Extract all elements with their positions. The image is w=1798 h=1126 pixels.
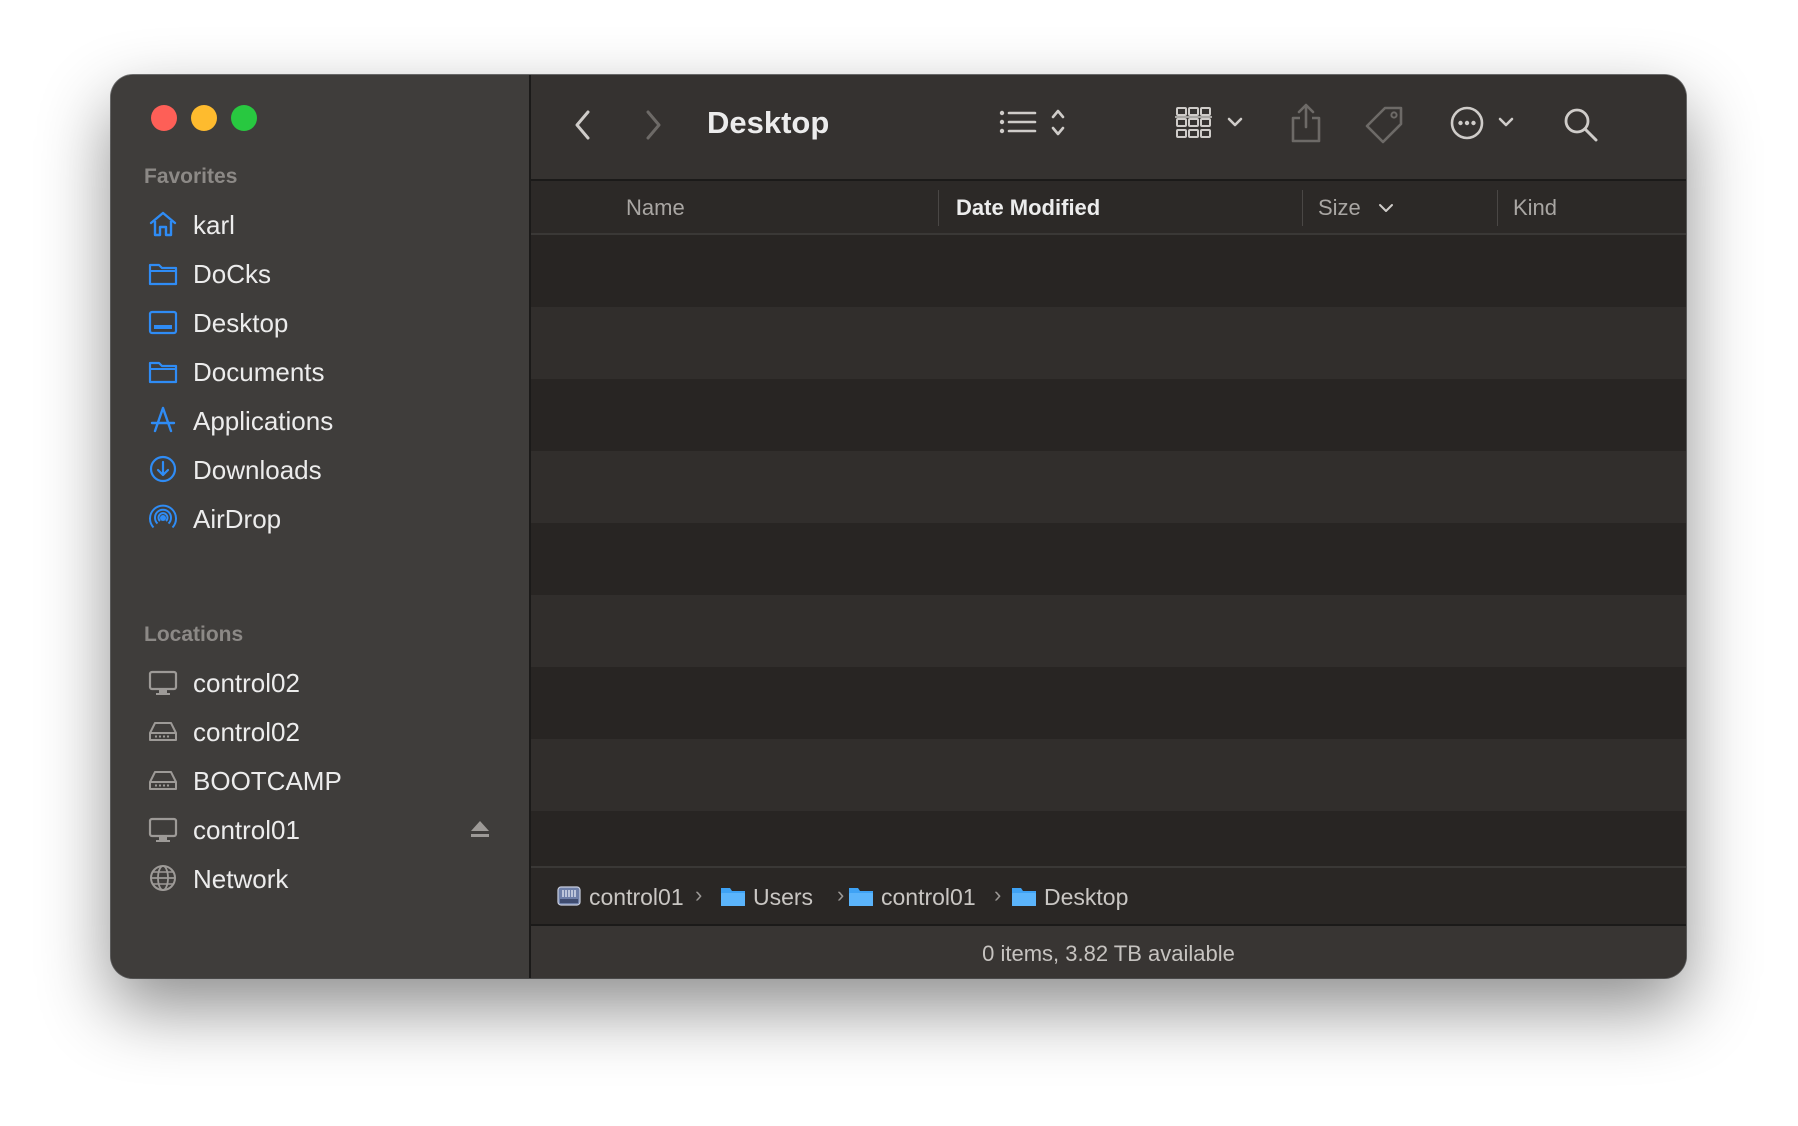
file-list[interactable] [531,235,1686,940]
sidebar-item-label: karl [193,210,235,240]
list-row [531,307,1686,379]
share-icon[interactable] [1289,101,1323,145]
column-header-date-modified[interactable]: Date Modified [956,195,1100,221]
home-icon [149,211,177,237]
locations-section-title: Locations [144,623,244,646]
sidebar-item-label: DoCks [193,259,272,289]
search-icon[interactable] [1562,106,1600,144]
path-separator-icon: › [695,882,703,907]
window-title: Desktop [707,105,830,140]
folder-icon [148,361,178,384]
tag-icon[interactable] [1363,104,1407,148]
airdrop-icon [149,504,177,529]
folder-icon [721,888,745,906]
sidebar-item-label: BOOTCAMP [193,766,342,796]
applications-icon [150,406,176,433]
path-bar: control01 › Users › control01 › Desktop [531,866,1686,924]
folder-icon [148,263,178,286]
folder-icon [849,888,873,906]
sidebar-item-desktop[interactable]: Desktop [147,299,505,343]
path-item-label: control01 [881,884,976,910]
computer-icon [148,670,178,695]
main-pane: Desktop Name Date Modified Size Kind con… [531,75,1686,978]
favorites-section-title: Favorites [144,165,238,188]
column-header-size[interactable]: Size [1318,195,1361,221]
drive-icon [149,771,177,790]
column-divider[interactable] [938,190,939,226]
list-row [531,667,1686,739]
path-item-label: Users [753,884,814,910]
hard-disk-icon [557,886,581,906]
folder-icon [1012,888,1036,906]
download-icon [149,455,177,483]
sidebar-item-control02-drive[interactable]: control02 [147,708,505,752]
column-divider[interactable] [1302,190,1303,226]
finder-window: Favorites karl DoCks Desktop Documents A… [111,75,1686,978]
sidebar-item-label: Downloads [193,455,322,485]
path-separator-icon: › [837,882,845,907]
list-view-icon[interactable] [997,106,1073,144]
drive-icon [149,722,177,741]
back-button[interactable] [571,108,595,142]
sidebar-item-bootcamp[interactable]: BOOTCAMP [147,757,505,801]
sidebar-item-control02-computer[interactable]: control02 [147,659,505,703]
list-row [531,523,1686,595]
sidebar-item-karl[interactable]: karl [147,201,505,245]
list-row [531,451,1686,523]
list-row [531,739,1686,811]
desktop-folder-icon [148,310,178,335]
path-item-label: Desktop [1044,884,1129,910]
column-divider[interactable] [1497,190,1498,226]
forward-button[interactable] [641,108,665,142]
list-row [531,235,1686,307]
sidebar: Favorites karl DoCks Desktop Documents A… [111,75,531,978]
status-bar: 0 items, 3.82 TB available [531,924,1686,978]
column-header-kind[interactable]: Kind [1513,195,1557,221]
sidebar-item-airdrop[interactable]: AirDrop [147,495,505,539]
sidebar-item-label: Documents [193,357,325,387]
close-window-button[interactable] [151,105,177,131]
more-actions-icon[interactable] [1449,104,1521,144]
sidebar-item-docks[interactable]: DoCks [147,250,505,294]
column-header-bar: Name Date Modified Size Kind [531,181,1686,235]
sidebar-item-applications[interactable]: Applications [147,397,505,441]
globe-icon [150,865,176,891]
sidebar-item-documents[interactable]: Documents [147,348,505,392]
sidebar-item-label: control01 [193,815,300,845]
sort-descending-chevron-icon[interactable] [1377,199,1395,217]
sidebar-item-label: control02 [193,668,300,698]
zoom-window-button[interactable] [231,105,257,131]
list-row [531,595,1686,667]
status-text: 0 items, 3.82 TB available [982,941,1235,966]
sidebar-item-label: Desktop [193,308,289,338]
sidebar-item-label: control02 [193,717,300,747]
toolbar: Desktop [531,75,1686,181]
sidebar-item-downloads[interactable]: Downloads [147,446,505,490]
path-item-label: control01 [589,884,684,910]
eject-icon[interactable] [469,818,491,840]
list-row [531,379,1686,451]
sidebar-item-network[interactable]: Network [147,855,505,899]
sidebar-item-label: Network [193,864,289,894]
computer-icon [148,817,178,842]
column-header-name[interactable]: Name [626,195,685,221]
path-separator-icon: › [994,882,1002,907]
sidebar-item-label: AirDrop [193,504,282,534]
sidebar-item-control01[interactable]: control01 [147,806,505,850]
group-by-icon[interactable] [1175,105,1247,145]
sidebar-item-label: Applications [193,406,334,436]
minimize-window-button[interactable] [191,105,217,131]
